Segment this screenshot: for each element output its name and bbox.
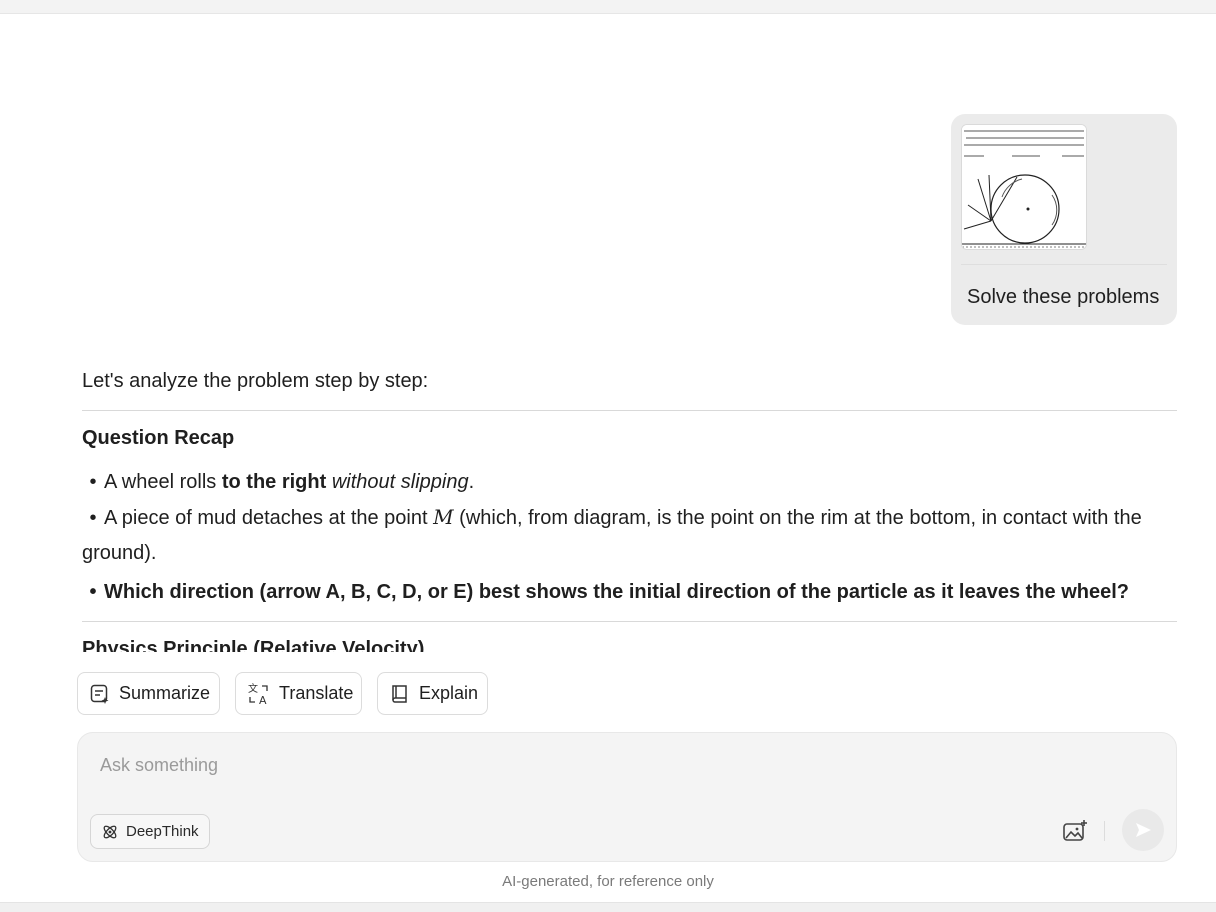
image-upload-button[interactable] <box>1060 817 1090 845</box>
svg-text:A: A <box>259 694 267 706</box>
atom-icon <box>103 825 117 838</box>
message-composer: DeepThink <box>77 732 1177 862</box>
summarize-icon <box>90 684 109 704</box>
window-bottom-bar <box>0 902 1216 912</box>
user-message-bubble: Solve these problems <box>951 114 1177 325</box>
svg-text:文: 文 <box>248 682 258 695</box>
section-heading-question-recap: Question Recap <box>82 427 235 449</box>
book-icon <box>392 684 407 703</box>
deepthink-toggle[interactable]: DeepThink <box>90 814 210 849</box>
summarize-label: Summarize <box>119 683 211 703</box>
explain-button[interactable]: Explain <box>377 672 488 715</box>
translate-button[interactable]: 文 A Translate <box>235 672 362 715</box>
deepthink-label: DeepThink <box>126 823 199 840</box>
user-message-text: Solve these problems <box>967 286 1160 308</box>
ask-input[interactable] <box>98 751 1002 779</box>
ai-disclaimer: AI-generated, for reference only <box>502 873 714 890</box>
list-item: • A wheel rolls to the right without slip… <box>89 471 475 493</box>
bubble-divider <box>961 264 1167 265</box>
composer-separator <box>1104 821 1105 841</box>
list-item: • Which direction (arrow A, B, C, D, or E… <box>89 581 1129 603</box>
image-upload-icon <box>1063 820 1087 841</box>
window-top-bar <box>0 0 1216 14</box>
answer-intro: Let's analyze the problem step by step: <box>82 370 429 392</box>
send-button[interactable] <box>1122 809 1164 851</box>
translate-icon: 文 A <box>248 682 268 706</box>
list-item: • A piece of mud detaches at the point M … <box>82 505 1142 564</box>
assistant-answer: Let's analyze the problem step by step: … <box>82 340 1178 652</box>
explain-label: Explain <box>419 683 479 703</box>
translate-label: Translate <box>279 683 354 703</box>
send-arrow-icon <box>1136 823 1151 837</box>
problem-image-thumbnail[interactable] <box>961 124 1087 250</box>
summarize-button[interactable]: Summarize <box>77 672 220 715</box>
divider <box>82 621 1177 622</box>
section-heading-physics-principle: Physics Principle (Relative Velocity) <box>82 638 425 652</box>
divider <box>82 410 1177 411</box>
